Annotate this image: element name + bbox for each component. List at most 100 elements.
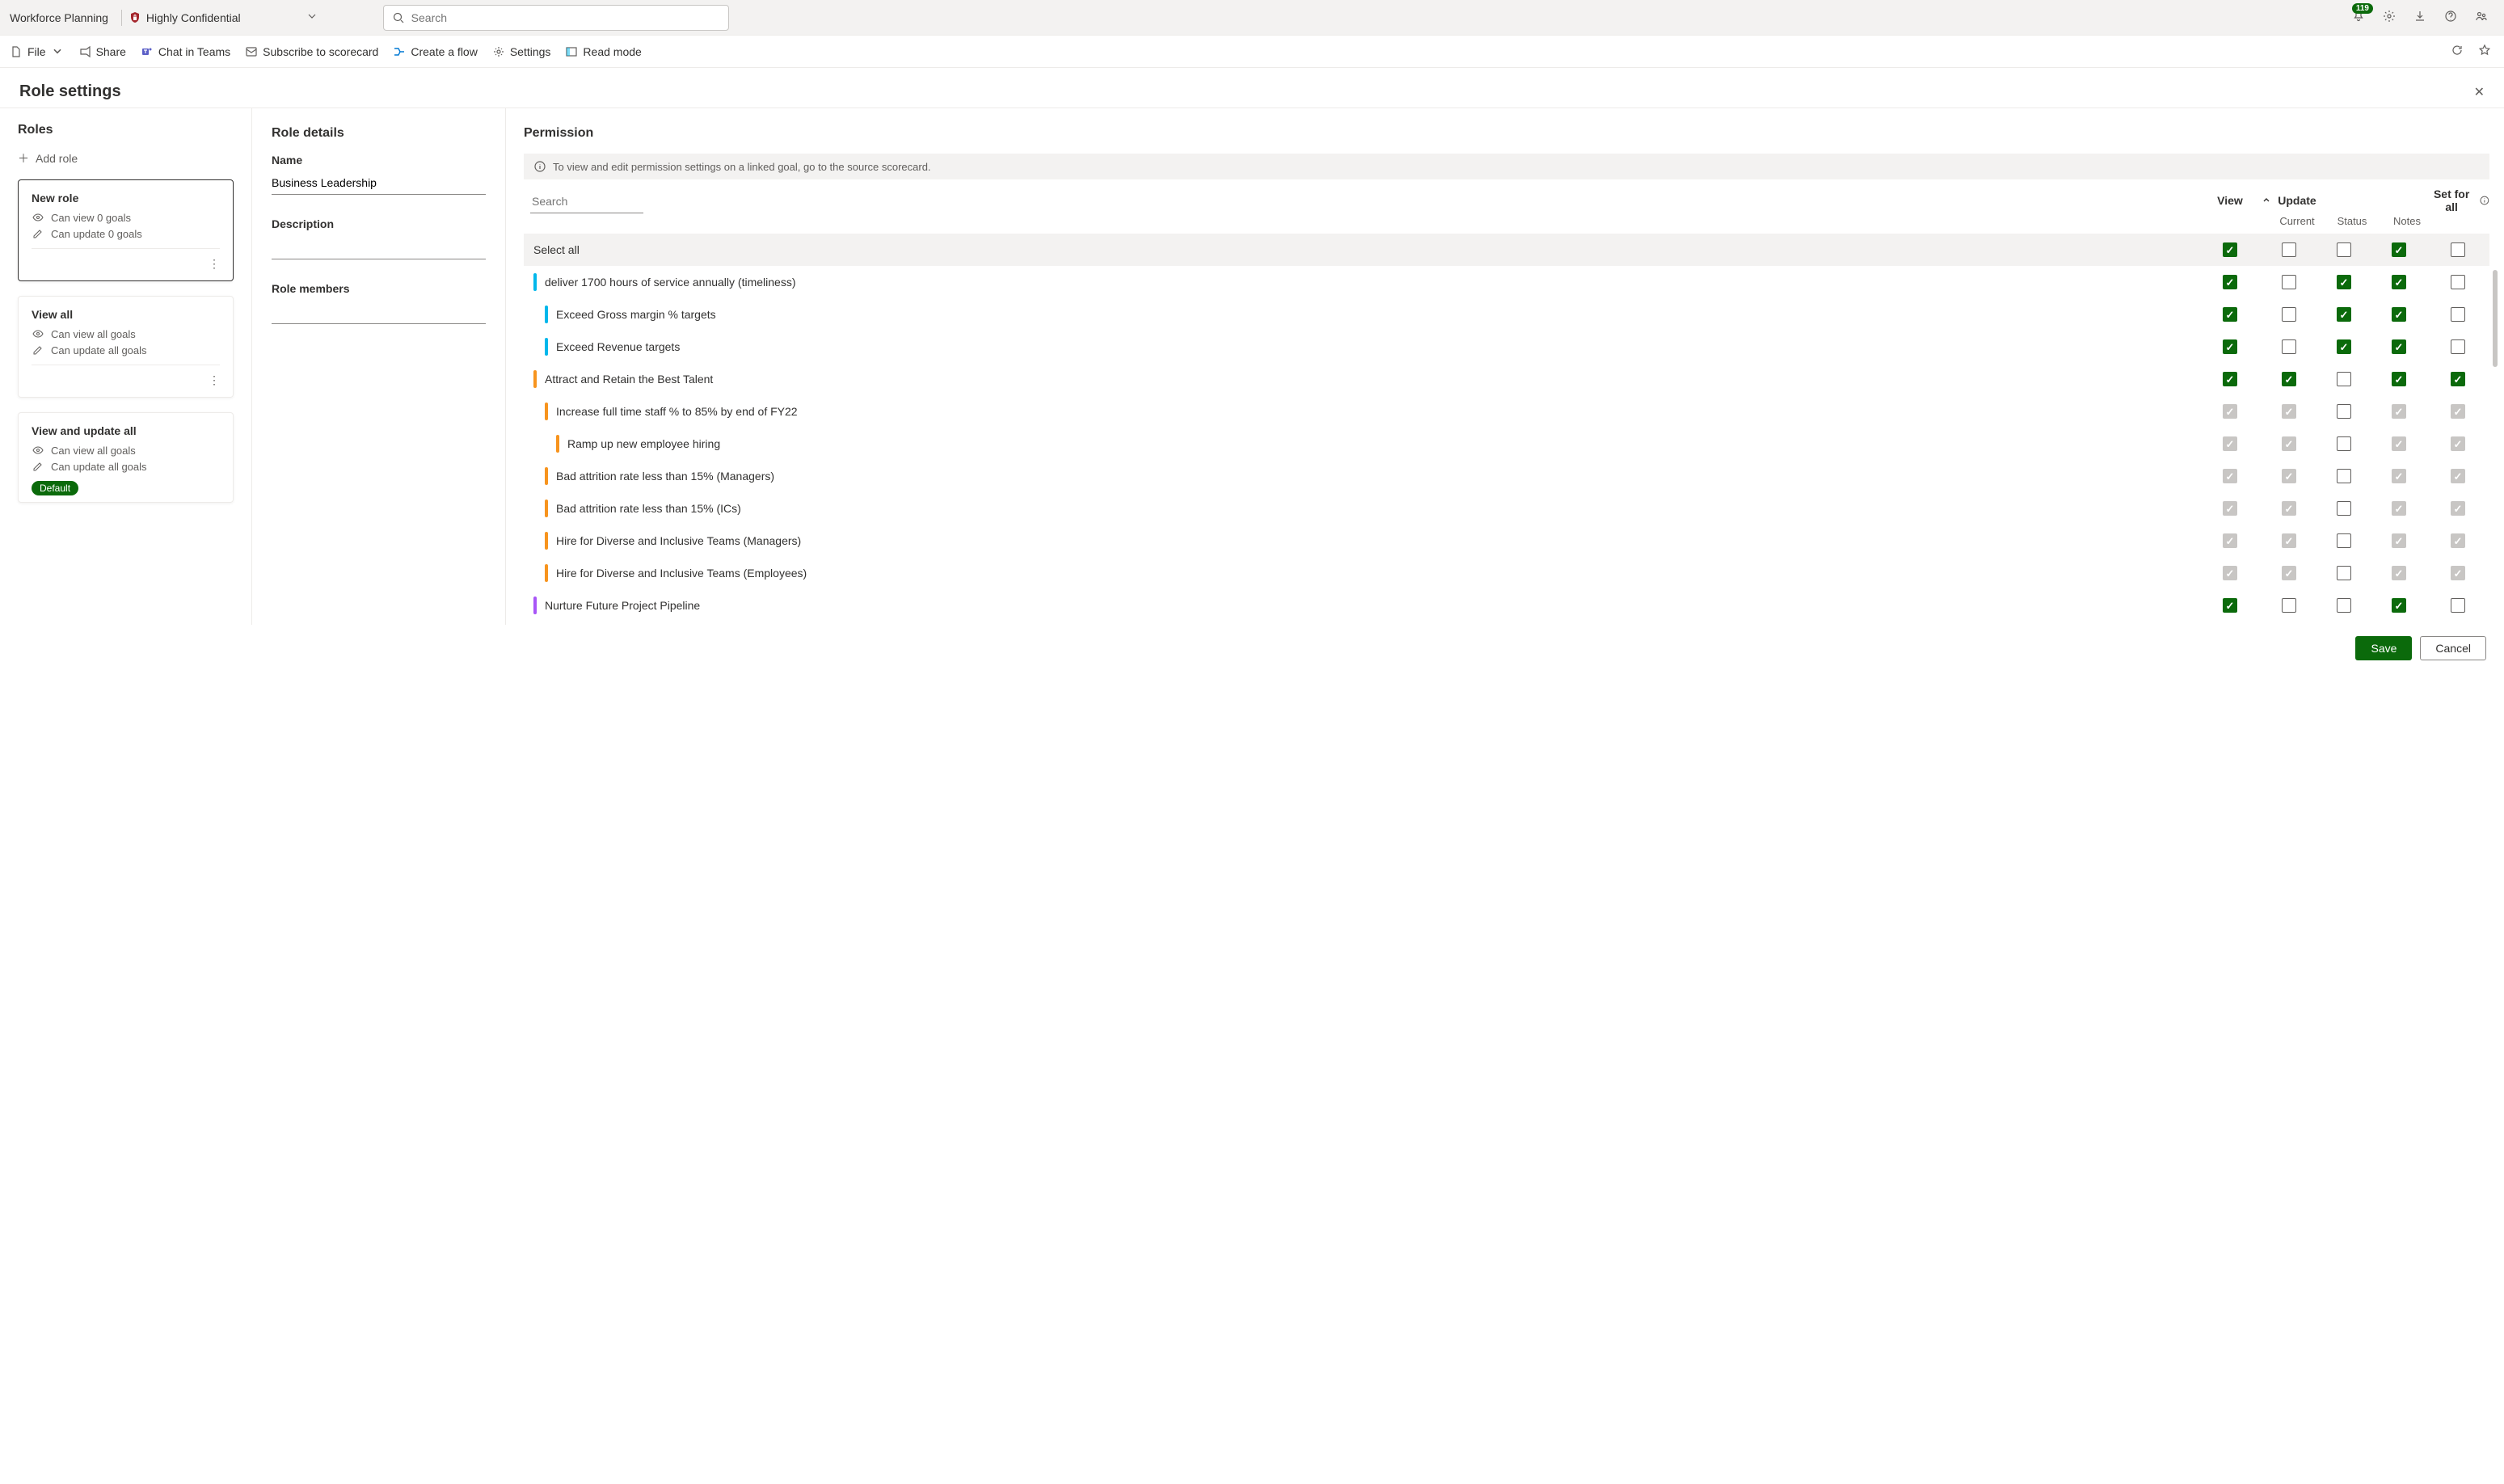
favorite-button[interactable] (2478, 44, 2491, 59)
divider (121, 10, 122, 26)
subscribe-button[interactable]: Subscribe to scorecard (245, 45, 378, 58)
checkbox[interactable] (2337, 469, 2351, 483)
checkbox (2392, 469, 2406, 483)
dialog-footer: Save Cancel (0, 625, 2504, 672)
read-mode-button[interactable]: Read mode (565, 45, 641, 58)
checkbox[interactable] (2282, 339, 2296, 354)
role-more-button[interactable]: ⋮ (32, 254, 220, 274)
file-menu[interactable]: File (10, 45, 64, 58)
checkbox[interactable] (2337, 501, 2351, 516)
share-button[interactable]: Share (78, 45, 126, 58)
name-input[interactable] (272, 173, 486, 195)
chevron-down-icon[interactable] (306, 10, 318, 25)
checkbox[interactable] (2337, 339, 2351, 354)
role-card[interactable]: View and update allCan view all goalsCan… (18, 412, 234, 503)
checkbox[interactable] (2223, 598, 2237, 613)
help-button[interactable] (2444, 10, 2457, 25)
checkbox[interactable] (2282, 372, 2296, 386)
chevron-down-icon (51, 45, 64, 58)
checkbox[interactable] (2451, 372, 2465, 386)
info-icon (2480, 196, 2489, 205)
goal-row: Increase full time staff % to 85% by end… (524, 395, 2489, 428)
goal-row: Bad attrition rate less than 15% (ICs) (524, 492, 2489, 525)
settings-button[interactable]: Settings (492, 45, 551, 58)
checkbox[interactable] (2451, 307, 2465, 322)
members-input[interactable] (272, 301, 486, 324)
checkbox[interactable] (2392, 339, 2406, 354)
checkbox[interactable] (2223, 307, 2237, 322)
col-update[interactable]: Update (2262, 194, 2316, 207)
download-button[interactable] (2413, 10, 2426, 25)
goal-label: Attract and Retain the Best Talent (545, 373, 2198, 386)
checkbox[interactable] (2337, 275, 2351, 289)
global-search[interactable] (383, 5, 729, 31)
goal-label: Exceed Revenue targets (556, 340, 2198, 353)
scrollbar[interactable] (2493, 270, 2498, 367)
checkbox[interactable] (2282, 242, 2296, 257)
checkbox[interactable] (2337, 598, 2351, 613)
checkbox[interactable] (2337, 404, 2351, 419)
checkbox[interactable] (2337, 566, 2351, 580)
checkbox[interactable] (2223, 339, 2237, 354)
checkbox[interactable] (2392, 275, 2406, 289)
checkbox[interactable] (2392, 598, 2406, 613)
goal-row: Ramp up new employee hiring (524, 428, 2489, 460)
goal-color-bar (545, 306, 548, 323)
command-bar: File Share Chat in Teams Subscribe to sc… (0, 36, 2504, 68)
checkbox[interactable] (2392, 307, 2406, 322)
select-all-row: Select all (524, 234, 2489, 266)
roles-title: Roles (18, 123, 234, 137)
goal-color-bar (545, 500, 548, 517)
checkbox[interactable] (2337, 436, 2351, 451)
chat-teams-button[interactable]: Chat in Teams (141, 45, 230, 58)
sensitivity-dropdown[interactable]: Highly Confidential (129, 11, 241, 24)
notifications-button[interactable]: 119 (2352, 10, 2365, 25)
role-update-line: Can update all goals (32, 460, 220, 473)
role-card[interactable]: New roleCan view 0 goalsCan update 0 goa… (18, 179, 234, 281)
checkbox[interactable] (2337, 533, 2351, 548)
sensitivity-label: Highly Confidential (146, 11, 241, 24)
global-search-input[interactable] (411, 11, 720, 24)
col-setfor[interactable]: Set for all (2426, 188, 2489, 213)
app-name: Workforce Planning (10, 11, 115, 24)
refresh-button[interactable] (2451, 44, 2464, 59)
checkbox[interactable] (2282, 275, 2296, 289)
goal-color-bar (545, 532, 548, 550)
checkbox[interactable] (2451, 242, 2465, 257)
checkbox[interactable] (2451, 339, 2465, 354)
checkbox[interactable] (2392, 372, 2406, 386)
col-view[interactable]: View (2198, 194, 2262, 207)
role-card[interactable]: View allCan view all goalsCan update all… (18, 296, 234, 398)
checkbox[interactable] (2337, 307, 2351, 322)
role-view-line: Can view all goals (32, 327, 220, 340)
account-button[interactable] (2475, 10, 2488, 25)
edit-icon (32, 460, 44, 473)
checkbox[interactable] (2451, 598, 2465, 613)
checkbox[interactable] (2337, 242, 2351, 257)
settings-gear-button[interactable] (2383, 10, 2396, 25)
goal-color-bar (545, 403, 548, 420)
checkbox[interactable] (2451, 275, 2465, 289)
checkbox[interactable] (2223, 242, 2237, 257)
members-label: Role members (272, 282, 486, 295)
description-input[interactable] (272, 237, 486, 259)
checkbox[interactable] (2282, 598, 2296, 613)
plus-icon: ＋ (18, 150, 29, 167)
permission-search-input[interactable] (530, 192, 643, 213)
checkbox[interactable] (2392, 242, 2406, 257)
add-role-button[interactable]: ＋ Add role (18, 150, 234, 167)
save-button[interactable]: Save (2355, 636, 2412, 660)
checkbox[interactable] (2282, 307, 2296, 322)
checkbox[interactable] (2223, 372, 2237, 386)
checkbox (2451, 404, 2465, 419)
role-more-button[interactable]: ⋮ (32, 370, 220, 390)
goal-row: Hire for Diverse and Inclusive Teams (Ma… (524, 525, 2489, 557)
goal-row: Exceed Gross margin % targets (524, 298, 2489, 331)
close-button[interactable]: ✕ (2474, 84, 2485, 100)
description-label: Description (272, 217, 486, 230)
cancel-button[interactable]: Cancel (2420, 636, 2486, 660)
name-label: Name (272, 154, 486, 167)
create-flow-button[interactable]: Create a flow (393, 45, 477, 58)
checkbox[interactable] (2223, 275, 2237, 289)
checkbox[interactable] (2337, 372, 2351, 386)
